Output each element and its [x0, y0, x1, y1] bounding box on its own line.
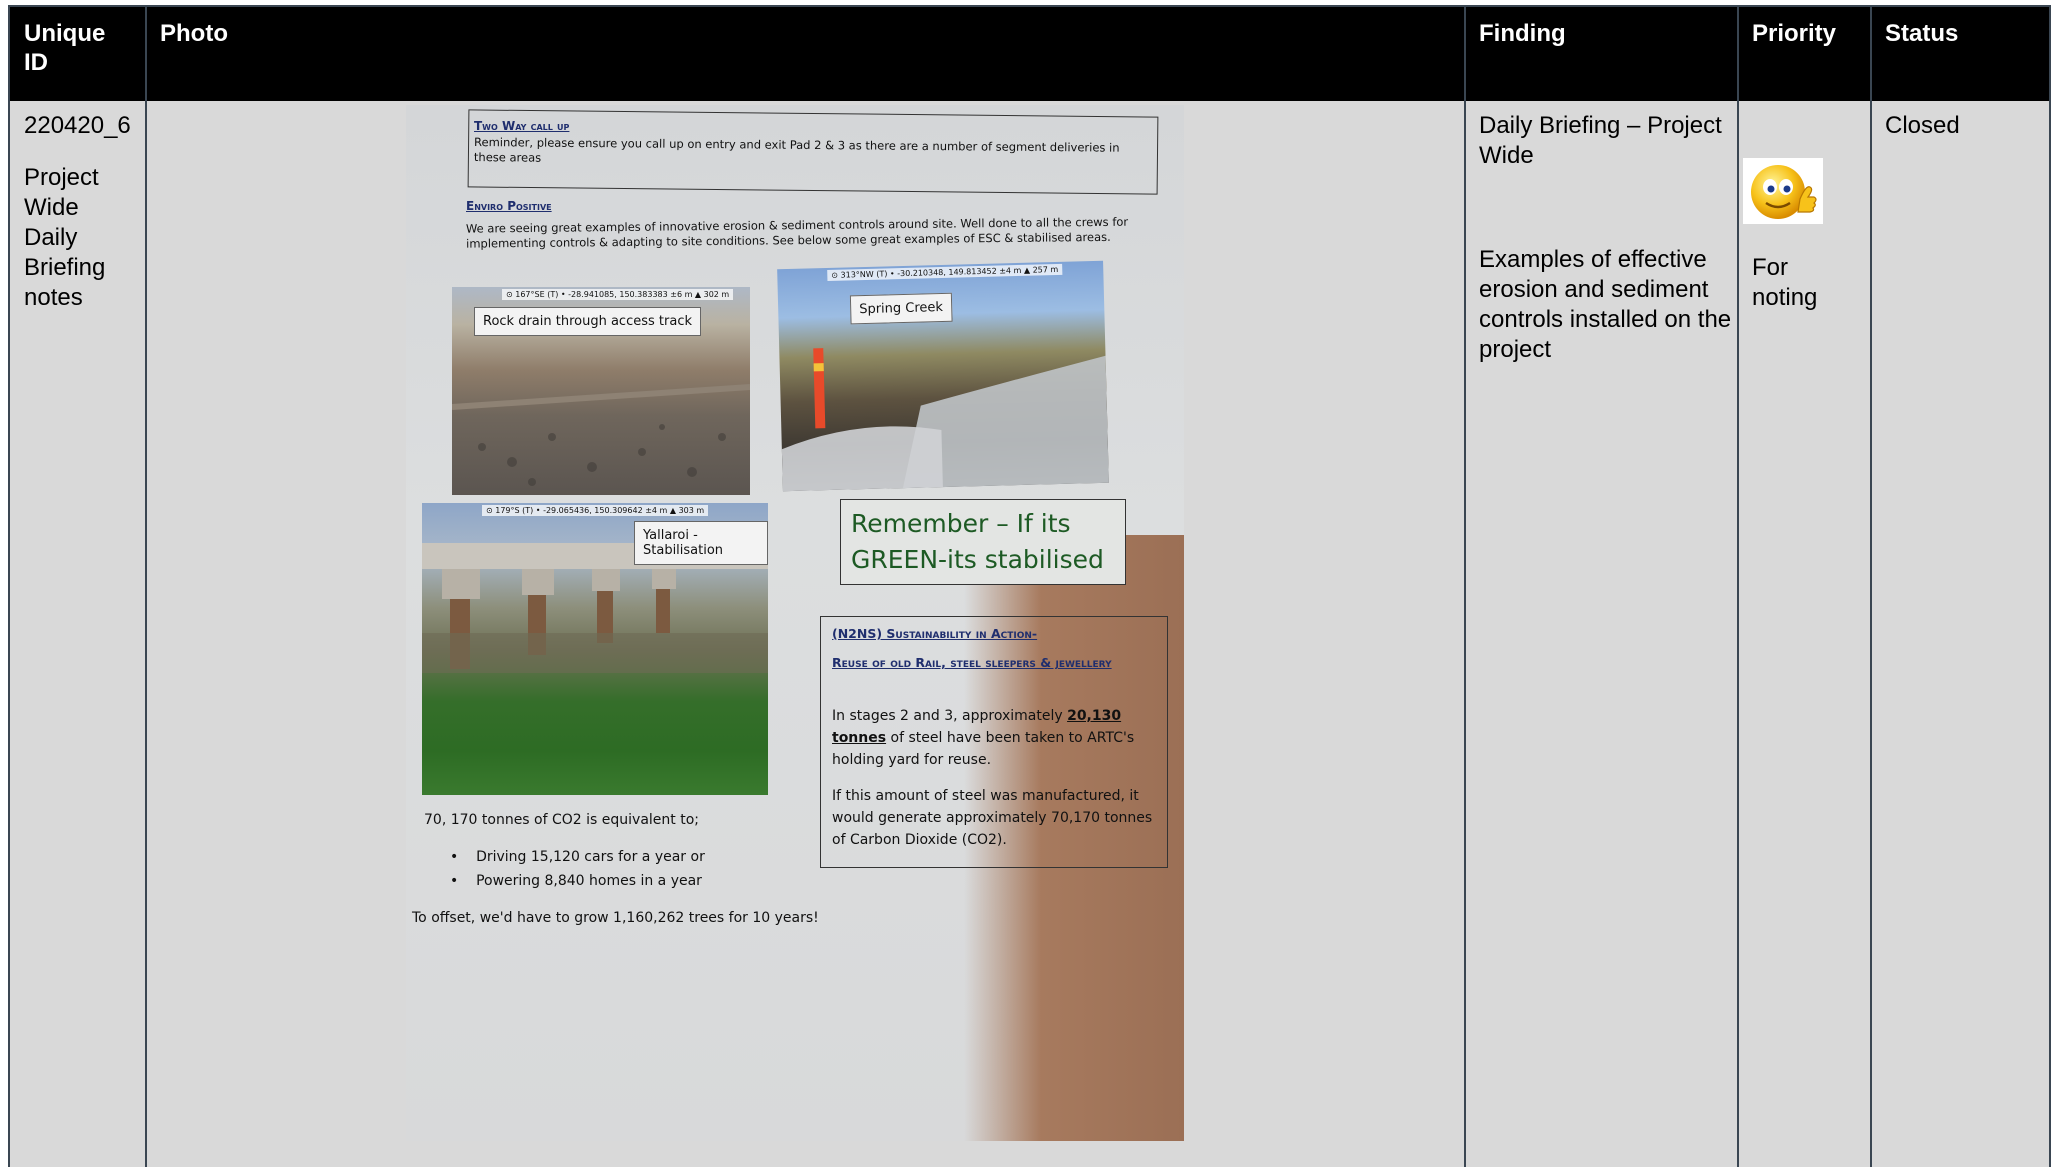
photo2-label: Spring Creek [849, 292, 953, 325]
header-unique-id: Unique ID [24, 20, 106, 76]
bullet-homes: • Powering 8,840 homes in a year [450, 873, 702, 889]
offset-line: To offset, we'd have to grow 1,160,262 t… [412, 910, 819, 926]
n2ns-paragraph-1: In stages 2 and 3, approximately 20,130 … [832, 705, 1162, 771]
cell-finding-title: Daily Briefing – Project Wide [1479, 112, 1722, 169]
photo1-geo: ⊙ 167°SE (T) • -28.941085, 150.383383 ±6… [502, 289, 734, 300]
cell-unique-id: 220420_6 [24, 112, 131, 139]
cell-status: Closed [1885, 112, 1960, 139]
remember-callout: Remember – If its GREEN-its stabilised [840, 499, 1126, 585]
thumbs-up-smiley-icon [1743, 158, 1823, 224]
column-divider [1737, 7, 1739, 1167]
photo1-label: Rock drain through access track [474, 307, 701, 336]
rock-drain-photo: ⊙ 167°SE (T) • -28.941085, 150.383383 ±6… [452, 287, 750, 495]
enviro-body: We are seeing great examples of innovati… [465, 214, 1129, 251]
co2-equivalent-line: 70, 170 tonnes of CO2 is equivalent to; [424, 812, 699, 828]
n2ns-p1-text: In stages 2 and 3, approximately [832, 708, 1068, 724]
spring-creek-photo: ⊙ 313°NW (T) • -30.210348, 149.813452 ±4… [777, 260, 1109, 492]
cell-finding-detail: Examples of effective erosion and sedime… [1479, 246, 1732, 363]
header-status: Status [1885, 20, 1959, 47]
two-way-body: Reminder, please ensure you call up on e… [473, 135, 1120, 165]
header-finding: Finding [1479, 20, 1566, 47]
header-priority: Priority [1752, 20, 1837, 47]
briefing-document-photo: Two Way call up Reminder, please ensure … [406, 105, 1184, 1141]
bullet-cars-text: Driving 15,120 cars for a year or [476, 849, 705, 865]
column-divider [145, 7, 147, 1167]
cell-priority-text: For noting [1752, 254, 1818, 311]
table-header [10, 7, 2049, 101]
header-photo: Photo [160, 20, 228, 47]
column-divider [1870, 7, 1872, 1167]
photo3-geo: ⊙ 179°S (T) • -29.065436, 150.309642 ±4 … [482, 505, 709, 516]
column-divider [1464, 7, 1466, 1167]
bullet-homes-text: Powering 8,840 homes in a year [476, 873, 702, 889]
enviro-title: Enviro Positive [466, 199, 552, 213]
n2ns-paragraph-2: If this amount of steel was manufactured… [832, 788, 1153, 848]
yallaroi-photo: ⊙ 179°S (T) • -29.065436, 150.309642 ±4 … [422, 503, 768, 795]
two-way-title: Two Way call up [474, 119, 570, 133]
n2ns-title-1: (N2NS) Sustainability in Action- [832, 626, 1038, 641]
cell-id-description: Project Wide Daily Briefing notes [24, 164, 106, 311]
bullet-cars: • Driving 15,120 cars for a year or [450, 849, 705, 865]
photo3-label: Yallaroi - Stabilisation [634, 521, 768, 565]
n2ns-title-2: Reuse of old Rail, steel sleepers & jewe… [832, 655, 1112, 670]
